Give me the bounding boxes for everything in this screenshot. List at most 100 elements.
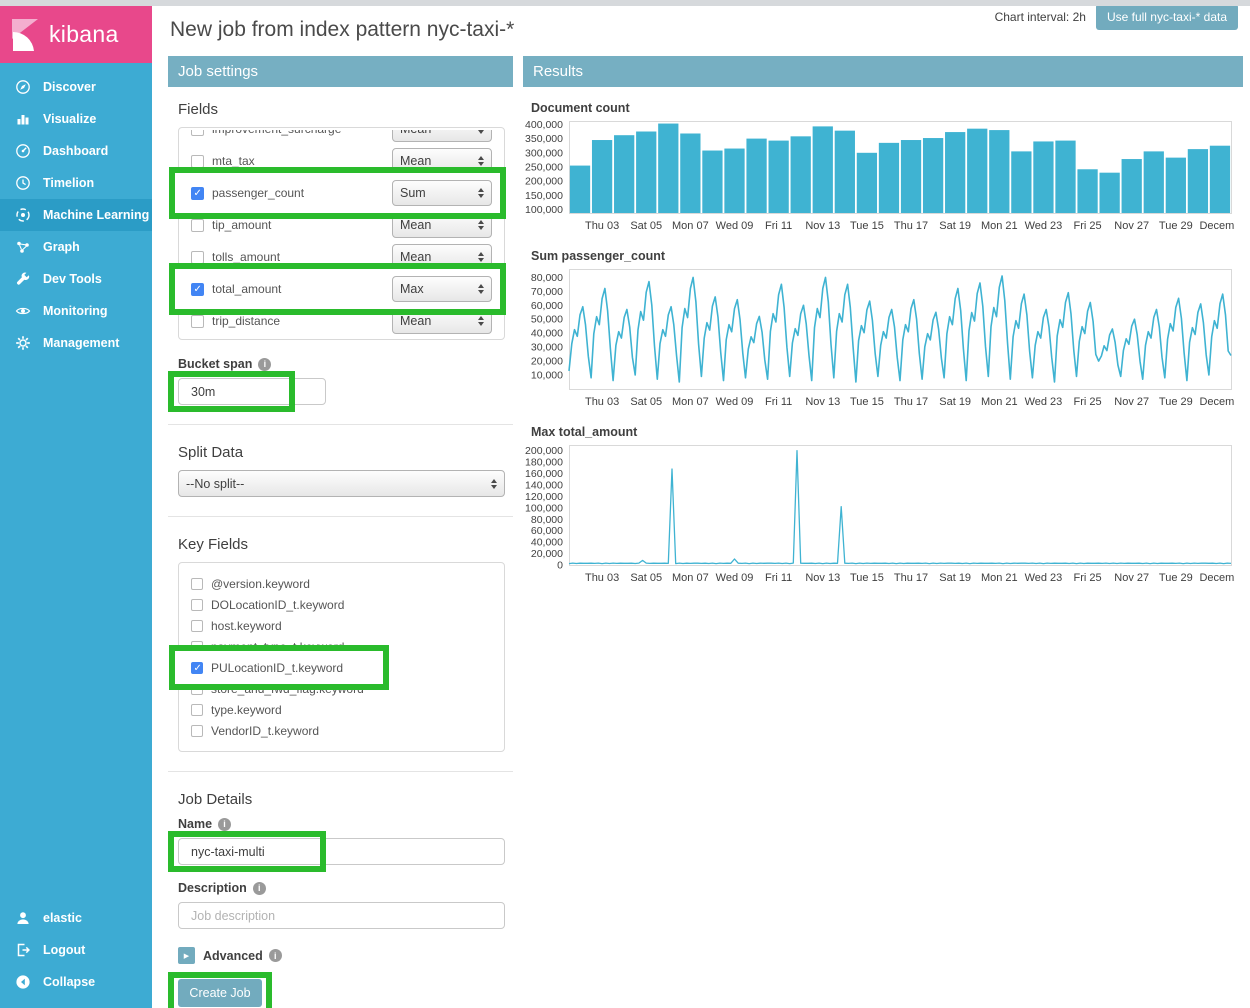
y-tick-label: 20,000 [531, 356, 563, 368]
x-tick-label: Tue 15 [850, 220, 884, 232]
field-checkbox[interactable] [191, 187, 204, 200]
key-field-checkbox[interactable] [191, 599, 203, 611]
kibana-logo[interactable]: kibana [0, 6, 152, 63]
field-checkbox[interactable] [191, 130, 204, 136]
x-tick-label: Wed 23 [1025, 396, 1063, 408]
agg-select-value: Sum [400, 186, 426, 200]
key-field-label: PULocationID_t.keyword [211, 661, 343, 675]
sidebar-item-dev-tools[interactable]: Dev Tools [0, 263, 152, 295]
bar [724, 149, 744, 213]
field-checkbox[interactable] [191, 155, 204, 168]
y-tick-label: 100,000 [525, 502, 563, 514]
chart-title: Document count [531, 101, 1243, 115]
sidebar-item-dashboard[interactable]: Dashboard [0, 135, 152, 167]
split-data-heading: Split Data [178, 444, 513, 461]
field-checkbox[interactable] [191, 315, 204, 328]
brand-text: kibana [49, 21, 119, 48]
chart-plot-max-total-amount: 200,000180,000160,000140,000120,000100,0… [523, 441, 1235, 589]
bar [901, 140, 921, 213]
key-field-checkbox[interactable] [191, 578, 203, 590]
job-details-heading: Job Details [178, 791, 513, 808]
bucket-span-input[interactable] [178, 378, 326, 405]
bar [1122, 159, 1142, 213]
x-tick-label: Wed 09 [716, 396, 754, 408]
split-data-select-value: --No split-- [186, 477, 244, 491]
sidebar-footer-item-collapse[interactable]: Collapse [0, 966, 152, 998]
split-data-select[interactable]: --No split-- [178, 470, 505, 497]
x-tick-label: Mon 07 [672, 396, 709, 408]
y-tick-label: 350,000 [525, 133, 563, 145]
y-tick-label: 40,000 [531, 537, 563, 549]
key-field-checkbox[interactable] [191, 662, 203, 674]
advanced-expand-button[interactable]: ▶ [178, 947, 195, 964]
bar [1144, 151, 1164, 213]
sidebar-item-label: Logout [43, 943, 85, 957]
field-checkbox[interactable] [191, 219, 204, 232]
job-name-input[interactable] [178, 838, 505, 865]
sidebar-item-timelion[interactable]: Timelion [0, 167, 152, 199]
charts-container: Document count 400,000350,000300,000250,0… [523, 87, 1243, 599]
x-tick-label: Nov 27 [1114, 220, 1149, 232]
bar [879, 143, 899, 213]
y-tick-label: 50,000 [531, 314, 563, 326]
chart-plot-document-count: 400,000350,000300,000250,000200,000150,0… [523, 117, 1235, 237]
agg-select[interactable]: Max [392, 276, 492, 302]
field-checkbox[interactable] [191, 251, 204, 264]
key-field-row-host-keyword: host.keyword [179, 615, 504, 636]
sidebar-footer-item-elastic[interactable]: elastic [0, 902, 152, 934]
divider [168, 771, 513, 772]
field-row-improvement-surcharge: improvement_surcharge Mean [179, 130, 504, 145]
x-tick-label: Sat 05 [630, 220, 662, 232]
field-checkbox[interactable] [191, 283, 204, 296]
job-settings-panel: Job settings Fields improvement_surcharg… [168, 56, 513, 1007]
sidebar-item-visualize[interactable]: Visualize [0, 103, 152, 135]
key-field-checkbox[interactable] [191, 704, 203, 716]
job-description-input[interactable] [178, 902, 505, 929]
x-tick-label: Tue 29 [1159, 572, 1193, 584]
management-icon [15, 335, 31, 351]
field-label: trip_distance [212, 314, 280, 328]
fields-list[interactable]: improvement_surchargeMeanmta_taxMeanpass… [178, 127, 505, 340]
key-field-checkbox[interactable] [191, 620, 203, 632]
y-tick-label: 80,000 [531, 272, 563, 284]
sidebar-item-discover[interactable]: Discover [0, 71, 152, 103]
sidebar-footer-item-logout[interactable]: Logout [0, 934, 152, 966]
bar [1166, 158, 1186, 213]
key-fields-heading: Key Fields [178, 536, 513, 553]
x-tick-label: Decemb [1199, 220, 1235, 232]
x-tick-label: Fri 11 [765, 220, 792, 232]
results-panel: Results Document count400,000350,000300,… [523, 56, 1243, 599]
bar [857, 153, 877, 213]
create-job-button[interactable]: Create Job [178, 979, 262, 1007]
x-tick-label: Fri 11 [765, 396, 792, 408]
bar [1077, 169, 1097, 213]
sidebar-item-monitoring[interactable]: Monitoring [0, 295, 152, 327]
y-tick-label: 200,000 [525, 445, 563, 457]
key-field-checkbox[interactable] [191, 725, 203, 737]
bar [1011, 151, 1031, 213]
key-fields-list[interactable]: @version.keywordDOLocationID_t.keywordho… [178, 562, 505, 752]
x-tick-label: Thu 03 [585, 220, 619, 232]
sidebar-item-graph[interactable]: Graph [0, 231, 152, 263]
sidebar-item-machine-learning[interactable]: Machine Learning [0, 199, 152, 231]
field-label: total_amount [212, 282, 281, 296]
agg-select-value: Mean [400, 250, 431, 264]
y-tick-label: 100,000 [525, 204, 563, 216]
use-full-data-button[interactable]: Use full nyc-taxi-* data [1096, 4, 1238, 30]
name-wrap [178, 838, 505, 865]
field-label: improvement_surcharge [212, 130, 341, 136]
chart-interval-row: Chart interval: 2h Use full nyc-taxi-* d… [995, 4, 1238, 30]
x-tick-label: Tue 15 [850, 572, 884, 584]
agg-select-value: Mean [400, 154, 431, 168]
key-field-row-type-keyword: type.keyword [179, 699, 504, 720]
sidebar-item-management[interactable]: Management [0, 327, 152, 359]
divider [168, 424, 513, 425]
x-tick-label: Nov 27 [1114, 572, 1149, 584]
bar [967, 129, 987, 213]
chart-interval-label: Chart interval: 2h [995, 10, 1086, 24]
key-field-row-version-keyword: @version.keyword [179, 573, 504, 594]
agg-select-value: Mean [400, 218, 431, 232]
agg-select[interactable]: Sum [392, 180, 492, 206]
agg-select[interactable]: Mean [392, 130, 492, 142]
select-arrows-icon [478, 316, 484, 326]
